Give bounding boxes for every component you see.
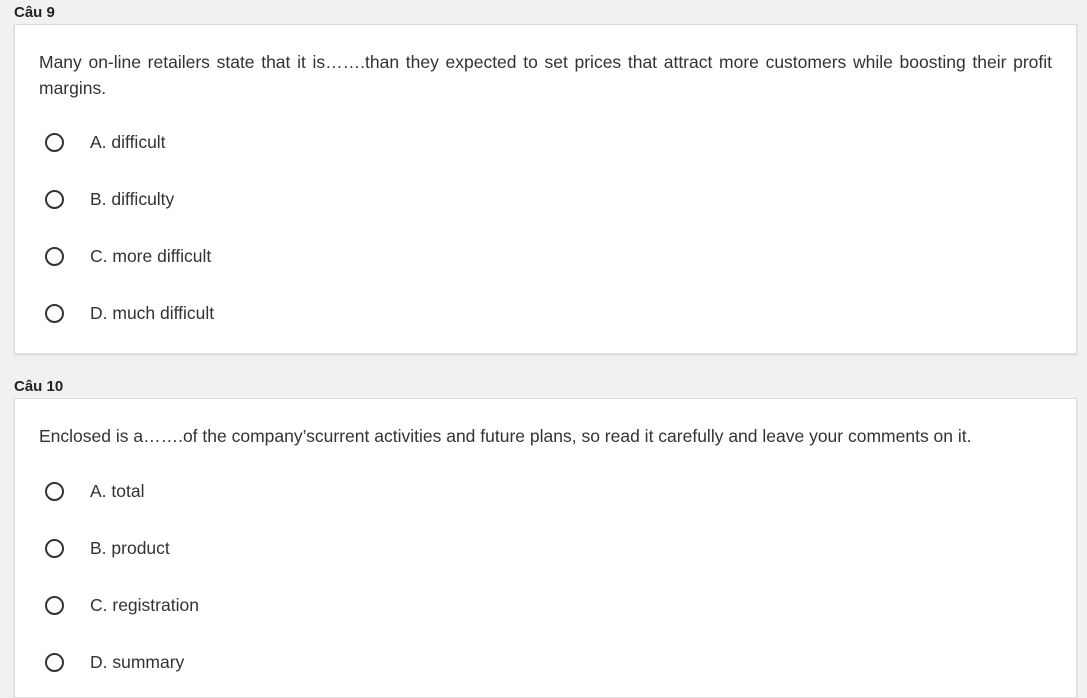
option-label: A. difficult [90,131,166,152]
radio-button-icon[interactable] [45,538,64,558]
question-9-label: Câu 9 [14,4,55,21]
question-9-option-a[interactable]: A. difficult [45,128,166,156]
question-10-label: Câu 10 [14,378,64,395]
option-label: B. difficulty [90,188,175,209]
option-label: D. much difficult [90,302,215,323]
radio-button-icon[interactable] [45,246,64,266]
radio-button-icon[interactable] [45,595,64,615]
question-9-card: Many on-line retailers state that it is…… [14,24,1077,354]
question-10-text: Enclosed is a…….of the company’scurrent … [39,426,972,446]
question-10-option-c[interactable]: C. registration [45,591,199,619]
radio-button-icon[interactable] [45,189,64,209]
option-label: B. product [90,537,170,558]
radio-button-icon[interactable] [45,132,64,152]
option-label: C. registration [90,594,199,615]
question-9-option-d[interactable]: D. much difficult [45,299,214,327]
question-9-option-b[interactable]: B. difficulty [45,185,174,213]
radio-button-icon[interactable] [45,303,64,323]
question-9-option-c[interactable]: C. more difficult [45,242,211,270]
option-label: A. total [90,480,145,501]
radio-button-icon[interactable] [45,652,64,672]
question-10-card: Enclosed is a…….of the company’scurrent … [14,398,1077,698]
question-10-option-d[interactable]: D. summary [45,648,184,676]
option-label: D. summary [90,651,185,672]
option-label: C. more difficult [90,245,212,266]
question-9-text: Many on-line retailers state that it is…… [39,52,1052,98]
radio-button-icon[interactable] [45,481,64,501]
question-10-option-b[interactable]: B. product [45,534,170,562]
question-10-option-a[interactable]: A. total [45,477,144,505]
